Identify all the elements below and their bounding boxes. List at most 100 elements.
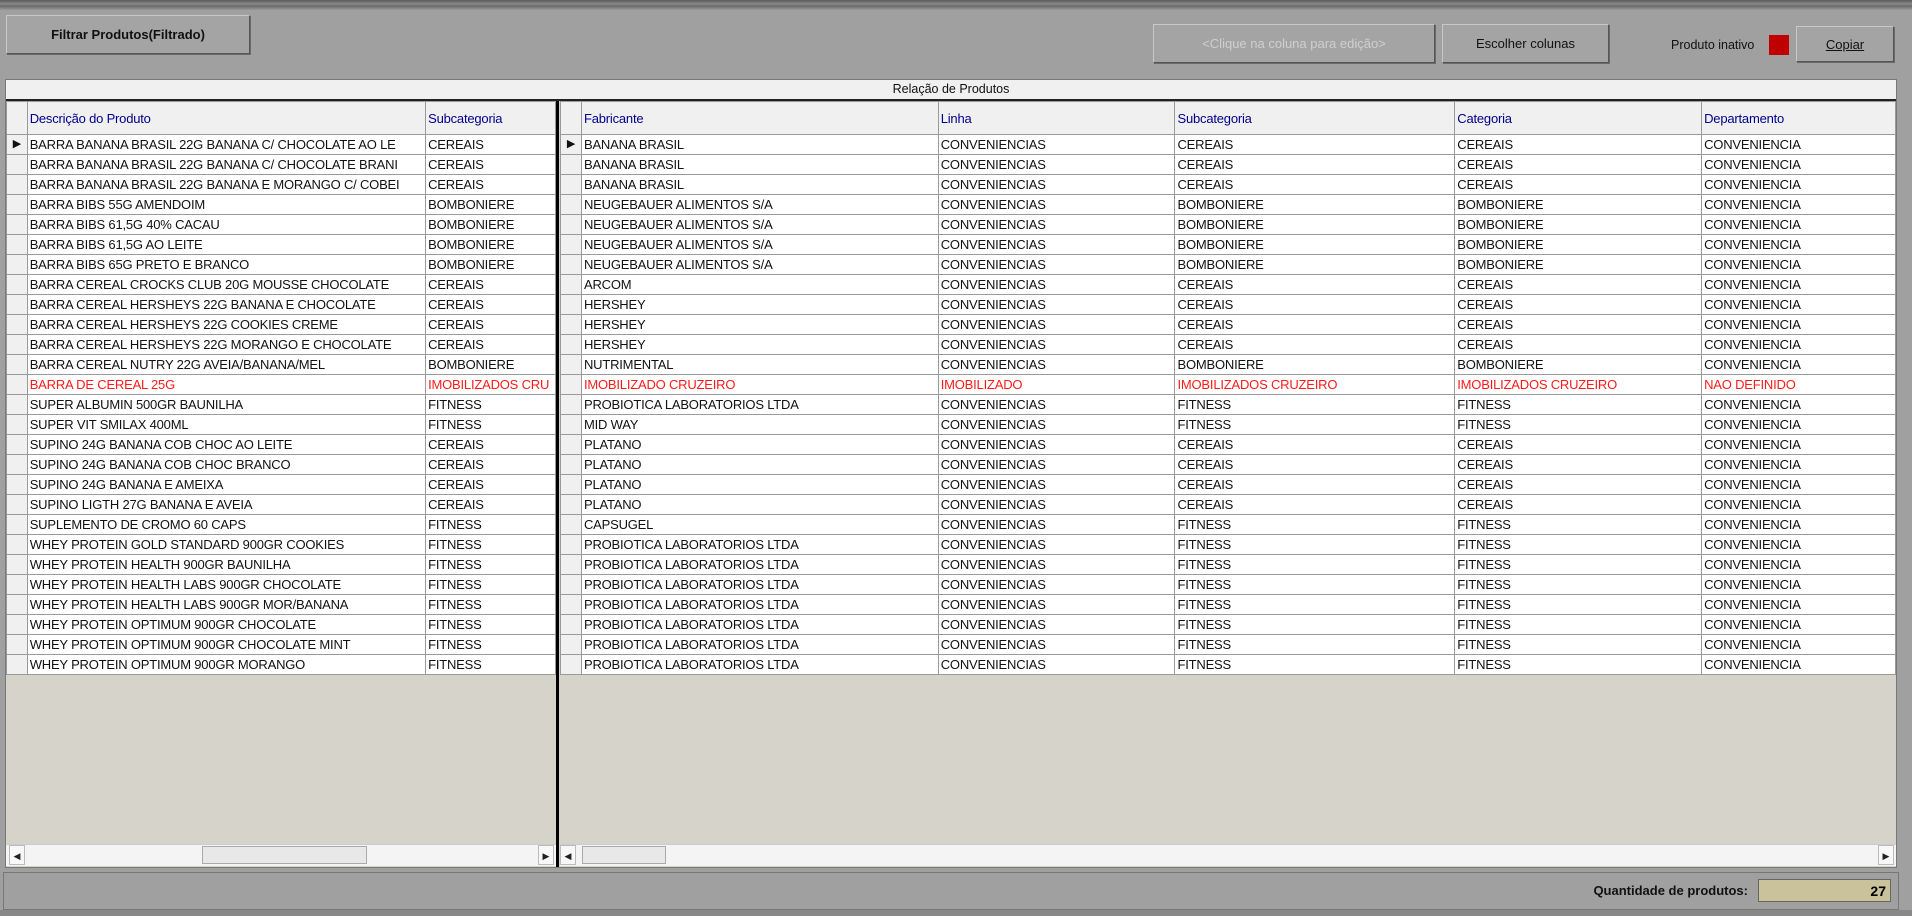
cell-fabricante[interactable]: PROBIOTICA LABORATORIOS LTDA — [580, 594, 939, 615]
cell-subcategoria[interactable]: FITNESS — [425, 554, 556, 575]
cell-subcategoria[interactable]: CEREAIS — [1174, 294, 1456, 315]
row-indicator[interactable] — [560, 354, 582, 375]
table-row[interactable]: WHEY PROTEIN OPTIMUM 900GR CHOCOLATE FITN… — [6, 614, 556, 635]
row-indicator[interactable] — [6, 314, 28, 335]
table-row[interactable]: PLATANO CONVENIENCIAS CEREAIS CEREAIS CONVEN… — [560, 474, 1896, 495]
cell-fabricante[interactable]: NUTRIMENTAL — [580, 354, 939, 375]
row-indicator[interactable] — [560, 474, 582, 495]
row-indicator[interactable] — [6, 594, 28, 615]
row-indicator[interactable] — [560, 194, 582, 215]
left-horizontal-scrollbar[interactable]: ◀ ▶ — [6, 844, 556, 866]
cell-subcategoria[interactable]: CEREAIS — [1174, 434, 1456, 455]
cell-descricao[interactable]: BARRA BIBS 61,5G 40% CACAU — [26, 214, 427, 235]
cell-subcategoria[interactable]: CEREAIS — [1174, 494, 1456, 515]
cell-linha[interactable]: CONVENIENCIAS — [937, 134, 1176, 155]
cell-departamento[interactable]: CONVENIENCIA — [1701, 534, 1896, 555]
cell-descricao[interactable]: BARRA BIBS 61,5G AO LEITE — [26, 234, 427, 255]
table-row[interactable]: NEUGEBAUER ALIMENTOS S/A CONVENIENCIAS BOM… — [560, 234, 1896, 255]
cell-linha[interactable]: CONVENIENCIAS — [937, 414, 1176, 435]
cell-subcategoria[interactable]: CEREAIS — [425, 294, 556, 315]
cell-departamento[interactable]: CONVENIENCIA — [1701, 614, 1896, 635]
cell-fabricante[interactable]: PROBIOTICA LABORATORIOS LTDA — [580, 614, 939, 635]
cell-subcategoria[interactable]: FITNESS — [425, 514, 556, 535]
column-header-departamento[interactable]: Departamento — [1701, 101, 1896, 135]
cell-subcategoria[interactable]: FITNESS — [1174, 534, 1456, 555]
row-indicator[interactable] — [6, 534, 28, 555]
cell-categoria[interactable]: CEREAIS — [1454, 294, 1703, 315]
cell-descricao[interactable]: BARRA CEREAL HERSHEYS 22G BANANA E CHOCO… — [26, 294, 427, 315]
cell-subcategoria[interactable]: FITNESS — [425, 574, 556, 595]
table-row[interactable]: IMOBILIZADO CRUZEIRO IMOBILIZADO IMOBILIZA… — [560, 374, 1896, 395]
cell-subcategoria[interactable]: CEREAIS — [425, 134, 556, 155]
row-indicator[interactable] — [6, 474, 28, 495]
cell-categoria[interactable]: IMOBILIZADOS CRUZEIRO — [1454, 374, 1703, 395]
table-row[interactable]: NEUGEBAUER ALIMENTOS S/A CONVENIENCIAS BOM… — [560, 194, 1896, 215]
column-header-subcategoria[interactable]: Subcategoria — [1174, 101, 1456, 135]
cell-fabricante[interactable]: PLATANO — [580, 434, 939, 455]
row-indicator[interactable] — [6, 554, 28, 575]
cell-categoria[interactable]: CEREAIS — [1454, 314, 1703, 335]
table-row[interactable]: WHEY PROTEIN OPTIMUM 900GR CHOCOLATE MIN… — [6, 634, 556, 655]
cell-categoria[interactable]: CEREAIS — [1454, 274, 1703, 295]
table-row[interactable]: HERSHEY CONVENIENCIAS CEREAIS CEREAIS CONVEN… — [560, 294, 1896, 315]
cell-descricao[interactable]: BARRA BANANA BRASIL 22G BANANA E MORANGO… — [26, 174, 427, 195]
table-row[interactable]: PLATANO CONVENIENCIAS CEREAIS CEREAIS CONVEN… — [560, 494, 1896, 515]
cell-subcategoria[interactable]: BOMBONIERE — [1174, 354, 1456, 375]
cell-fabricante[interactable]: PROBIOTICA LABORATORIOS LTDA — [580, 634, 939, 655]
cell-descricao[interactable]: BARRA BANANA BRASIL 22G BANANA C/ CHOCOL… — [26, 134, 427, 155]
table-row[interactable]: SUPINO LIGTH 27G BANANA E AVEIA CEREAIS — [6, 494, 556, 515]
cell-departamento[interactable]: CONVENIENCIA — [1701, 654, 1896, 675]
row-indicator[interactable] — [6, 654, 28, 675]
cell-descricao[interactable]: WHEY PROTEIN HEALTH 900GR BAUNILHA — [26, 554, 427, 575]
cell-categoria[interactable]: FITNESS — [1454, 634, 1703, 655]
cell-departamento[interactable]: CONVENIENCIA — [1701, 274, 1896, 295]
cell-linha[interactable]: CONVENIENCIAS — [937, 194, 1176, 215]
table-row[interactable]: PROBIOTICA LABORATORIOS LTDA CONVENIENCIA… — [560, 594, 1896, 615]
copy-button[interactable]: Copiar — [1796, 26, 1894, 62]
cell-descricao[interactable]: BARRA CEREAL CROCKS CLUB 20G MOUSSE CHOC… — [26, 274, 427, 295]
cell-subcategoria[interactable]: BOMBONIERE — [425, 214, 556, 235]
cell-subcategoria[interactable]: CEREAIS — [425, 494, 556, 515]
row-indicator[interactable] — [560, 514, 582, 535]
cell-fabricante[interactable]: NEUGEBAUER ALIMENTOS S/A — [580, 194, 939, 215]
table-row[interactable]: PROBIOTICA LABORATORIOS LTDA CONVENIENCIA… — [560, 534, 1896, 555]
cell-departamento[interactable]: CONVENIENCIA — [1701, 574, 1896, 595]
table-row[interactable]: HERSHEY CONVENIENCIAS CEREAIS CEREAIS CONVEN… — [560, 334, 1896, 355]
cell-descricao[interactable]: BARRA CEREAL NUTRY 22G AVEIA/BANANA/MEL — [26, 354, 427, 375]
cell-subcategoria[interactable]: CEREAIS — [1174, 474, 1456, 495]
cell-subcategoria[interactable]: FITNESS — [425, 654, 556, 675]
row-indicator[interactable] — [6, 294, 28, 315]
row-indicator[interactable] — [560, 494, 582, 515]
table-row[interactable]: BARRA CEREAL HERSHEYS 22G BANANA E CHOCO… — [6, 294, 556, 315]
cell-linha[interactable]: CONVENIENCIAS — [937, 234, 1176, 255]
cell-subcategoria[interactable]: BOMBONIERE — [425, 354, 556, 375]
cell-linha[interactable]: CONVENIENCIAS — [937, 554, 1176, 575]
cell-linha[interactable]: CONVENIENCIAS — [937, 574, 1176, 595]
scroll-left-arrow-icon[interactable]: ◀ — [9, 845, 25, 865]
row-indicator[interactable] — [6, 214, 28, 235]
row-indicator[interactable] — [6, 414, 28, 435]
cell-fabricante[interactable]: PROBIOTICA LABORATORIOS LTDA — [580, 534, 939, 555]
cell-subcategoria[interactable]: FITNESS — [1174, 574, 1456, 595]
row-indicator[interactable] — [560, 454, 582, 475]
cell-descricao[interactable]: SUPER ALBUMIN 500GR BAUNILHA — [26, 394, 427, 415]
cell-linha[interactable]: CONVENIENCIAS — [937, 654, 1176, 675]
cell-fabricante[interactable]: PLATANO — [580, 474, 939, 495]
cell-descricao[interactable]: SUPER VIT SMILAX 400ML — [26, 414, 427, 435]
table-row[interactable]: BARRA BIBS 65G PRETO E BRANCO BOMBONIERE — [6, 254, 556, 275]
row-indicator[interactable] — [6, 194, 28, 215]
cell-categoria[interactable]: BOMBONIERE — [1454, 234, 1703, 255]
cell-subcategoria[interactable]: CEREAIS — [1174, 314, 1456, 335]
cell-subcategoria[interactable]: FITNESS — [1174, 514, 1456, 535]
column-header-subcategoria[interactable]: Subcategoria — [425, 101, 556, 135]
cell-linha[interactable]: CONVENIENCIAS — [937, 314, 1176, 335]
table-row[interactable]: PROBIOTICA LABORATORIOS LTDA CONVENIENCIA… — [560, 554, 1896, 575]
cell-subcategoria[interactable]: CEREAIS — [1174, 334, 1456, 355]
cell-linha[interactable]: CONVENIENCIAS — [937, 354, 1176, 375]
cell-subcategoria[interactable]: CEREAIS — [425, 454, 556, 475]
row-indicator[interactable] — [6, 254, 28, 275]
cell-departamento[interactable]: CONVENIENCIA — [1701, 414, 1896, 435]
cell-departamento[interactable]: CONVENIENCIA — [1701, 314, 1896, 335]
cell-categoria[interactable]: CEREAIS — [1454, 474, 1703, 495]
cell-linha[interactable]: CONVENIENCIAS — [937, 254, 1176, 275]
